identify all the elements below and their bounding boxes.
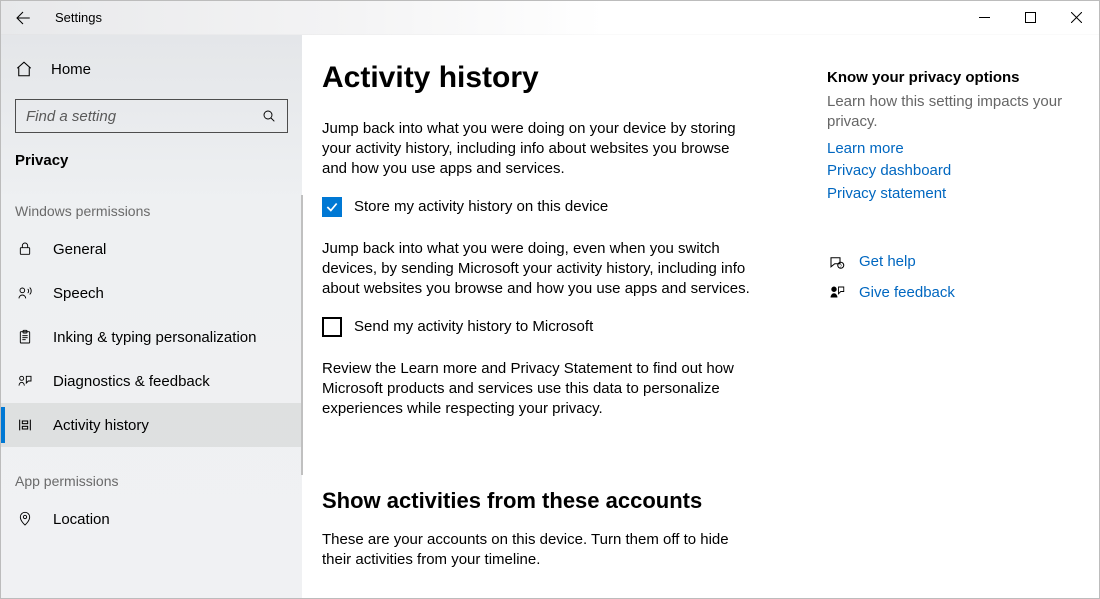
activity-history-description-2: Jump back into what you were doing, even…: [322, 239, 752, 299]
sidebar-item-location[interactable]: Location: [1, 497, 302, 541]
sidebar-section-title: Privacy: [1, 143, 302, 177]
checkbox-label: Store my activity history on this device: [354, 198, 608, 215]
accounts-description: These are your accounts on this device. …: [322, 530, 752, 570]
minimize-icon: [979, 12, 990, 23]
feedback-icon: [827, 284, 853, 302]
window-title: Settings: [45, 10, 102, 25]
feedback-icon: [15, 373, 35, 389]
close-icon: [1071, 12, 1082, 23]
aside-privacy-text: Learn how this setting impacts your priv…: [827, 92, 1073, 132]
close-button[interactable]: [1053, 1, 1099, 34]
sidebar-item-activity-history[interactable]: Activity history: [1, 403, 302, 447]
timeline-icon: [15, 417, 35, 433]
activity-history-description-3: Review the Learn more and Privacy Statem…: [322, 359, 752, 419]
home-icon: [15, 60, 33, 78]
aside-privacy-heading: Know your privacy options: [827, 69, 1073, 86]
checkbox-store-activity[interactable]: Store my activity history on this device: [322, 197, 827, 217]
help-icon: ?: [827, 254, 853, 272]
checkbox-send-activity[interactable]: Send my activity history to Microsoft: [322, 317, 827, 337]
sidebar-group-app-permissions: App permissions: [1, 447, 302, 497]
link-learn-more[interactable]: Learn more: [827, 138, 1073, 161]
accounts-subheading: Show activities from these accounts: [322, 488, 827, 514]
sidebar-item-diagnostics-feedback[interactable]: Diagnostics & feedback: [1, 359, 302, 403]
sidebar-home-label: Home: [51, 61, 91, 78]
maximize-button[interactable]: [1007, 1, 1053, 34]
sidebar-group-windows-permissions: Windows permissions: [1, 177, 302, 227]
sidebar-item-label: General: [53, 241, 106, 258]
titlebar: Settings: [1, 1, 1099, 35]
activity-history-description-1: Jump back into what you were doing on yo…: [322, 119, 752, 179]
page-title: Activity history: [322, 61, 827, 95]
sidebar-item-label: Activity history: [53, 417, 149, 434]
checkbox-label: Send my activity history to Microsoft: [354, 318, 593, 335]
search-input-wrapper[interactable]: [15, 99, 288, 133]
checkbox-icon: [322, 197, 342, 217]
lock-icon: [15, 241, 35, 257]
sidebar-item-label: Inking & typing personalization: [53, 329, 256, 346]
sidebar-item-label: Location: [53, 511, 110, 528]
clipboard-icon: [15, 328, 35, 346]
link-give-feedback[interactable]: Give feedback: [859, 282, 955, 305]
checkbox-icon: [322, 317, 342, 337]
sidebar-item-label: Speech: [53, 285, 104, 302]
link-get-help[interactable]: Get help: [859, 251, 916, 274]
link-privacy-statement[interactable]: Privacy statement: [827, 183, 1073, 206]
search-icon: [261, 108, 277, 124]
sidebar-item-label: Diagnostics & feedback: [53, 373, 210, 390]
sidebar-home[interactable]: Home: [1, 47, 302, 91]
sidebar-item-inking-typing[interactable]: Inking & typing personalization: [1, 315, 302, 359]
sidebar-item-speech[interactable]: Speech: [1, 271, 302, 315]
search-input[interactable]: [26, 108, 261, 125]
back-button[interactable]: [1, 1, 45, 34]
sidebar-item-general[interactable]: General: [1, 227, 302, 271]
speech-icon: [15, 285, 35, 301]
maximize-icon: [1025, 12, 1036, 23]
minimize-button[interactable]: [961, 1, 1007, 34]
arrow-left-icon: [14, 9, 32, 27]
sidebar: Home Privacy Windows permissions General: [1, 35, 302, 598]
location-icon: [15, 510, 35, 528]
link-privacy-dashboard[interactable]: Privacy dashboard: [827, 160, 1073, 183]
